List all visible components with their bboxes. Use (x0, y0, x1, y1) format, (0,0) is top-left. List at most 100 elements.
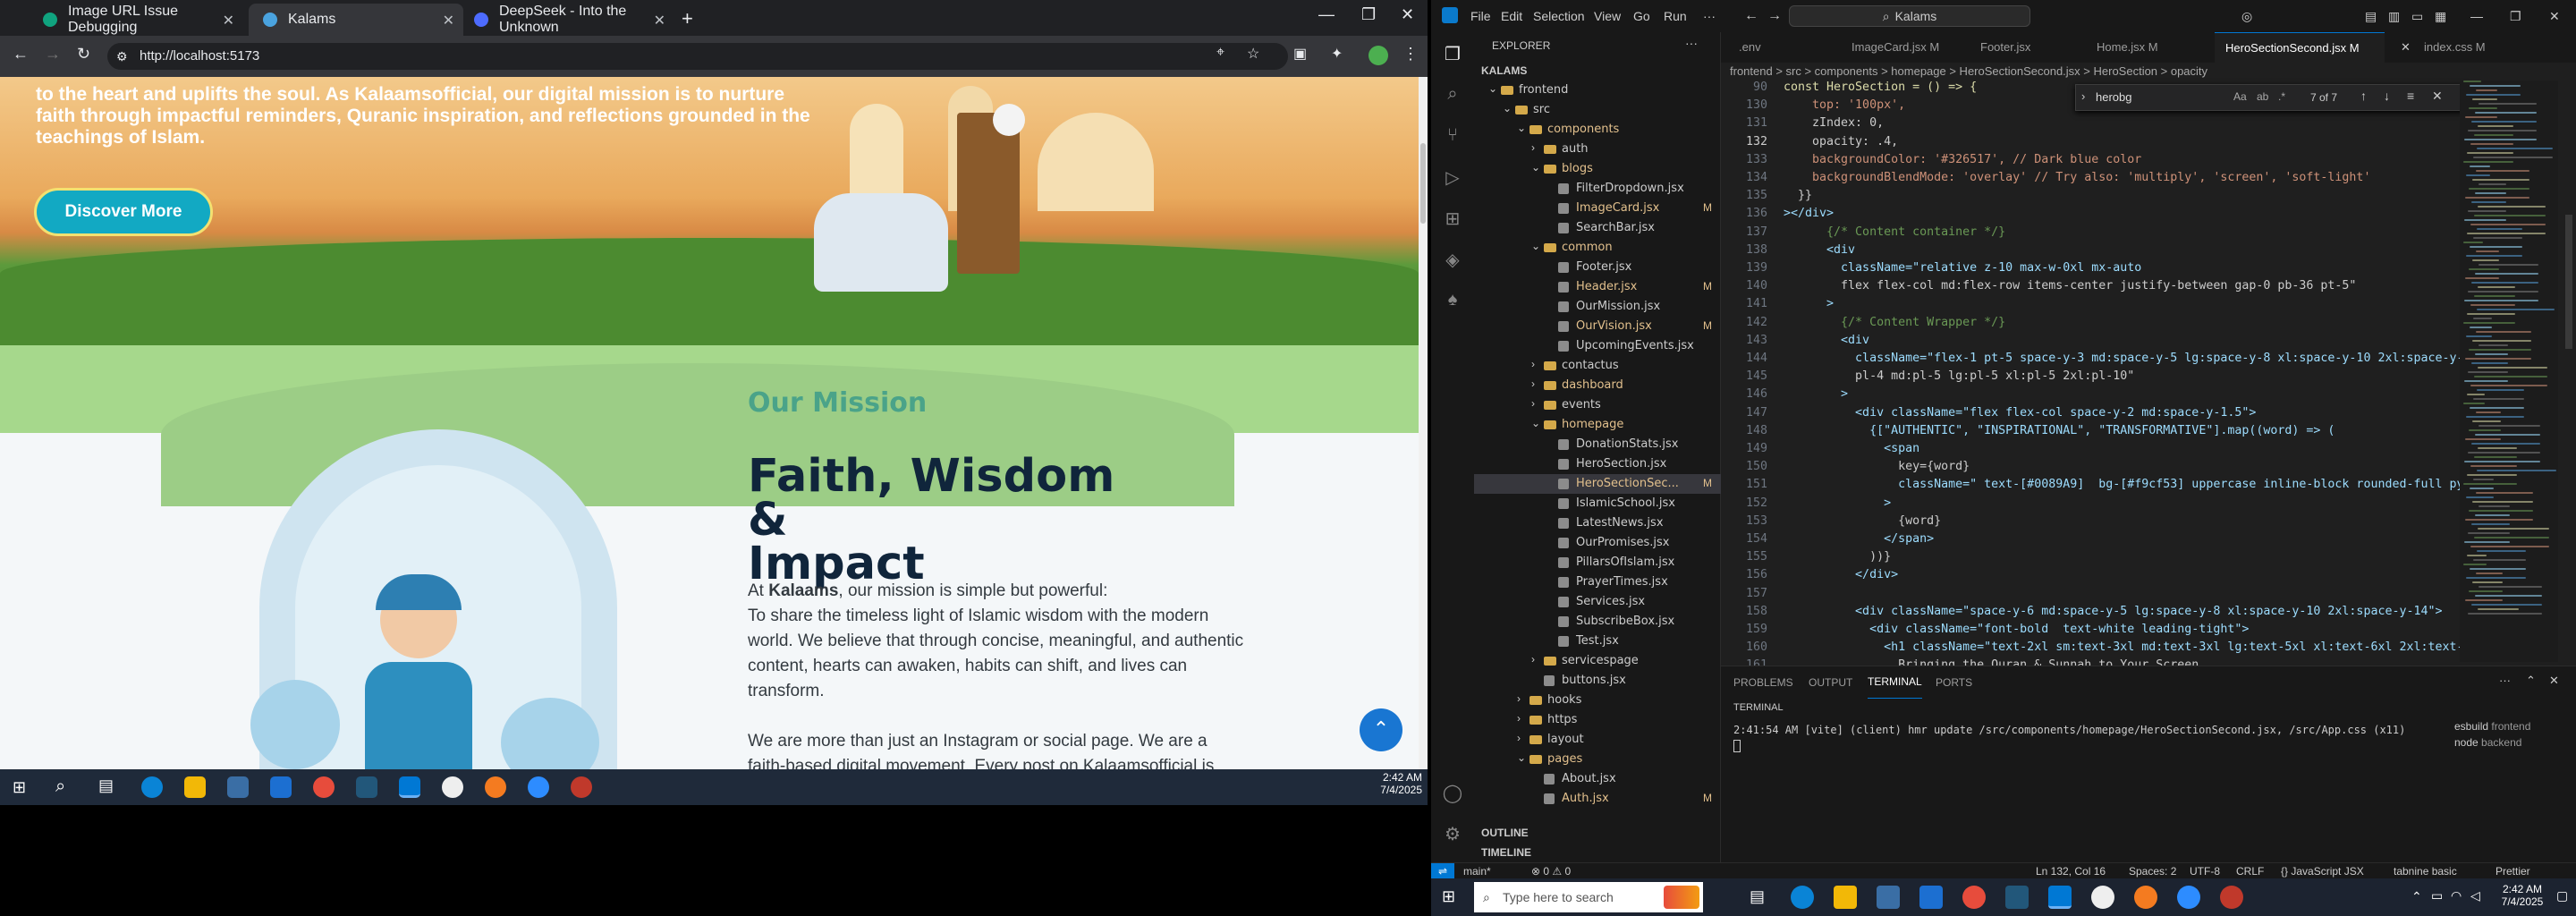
close-icon[interactable]: ✕ (443, 12, 454, 30)
code-line[interactable]: opacity: .4, (1784, 135, 1898, 148)
menu-go[interactable]: Go (1633, 0, 1650, 32)
indentation[interactable]: Spaces: 2 (2129, 863, 2176, 878)
settings-gear-icon[interactable]: ⚙ (1442, 823, 1463, 844)
copilot-icon[interactable]: ◎ (2241, 0, 2252, 32)
code-line[interactable]: </span> (1784, 532, 1934, 546)
terminal-output[interactable]: 2:41:54 AM [vite] (client) hmr update /s… (1733, 724, 2449, 736)
file-explorer-icon[interactable] (184, 776, 206, 798)
store-icon[interactable] (1877, 886, 1900, 909)
tree-item[interactable]: PillarsOfIslam.jsx (1474, 553, 1721, 572)
branch-indicator[interactable]: main* (1463, 863, 1491, 878)
back-icon[interactable]: ← (13, 45, 29, 64)
menu-view[interactable]: View (1594, 0, 1621, 32)
code-line[interactable]: pl-4 md:pl-5 lg:pl-5 xl:pl-5 2xl:pl-10" (1784, 369, 2134, 383)
browser-tab-2[interactable]: Kalams ✕ (249, 4, 463, 36)
code-line[interactable]: className=" text-[#0089A9] bg-[#f9cf53] … (1784, 478, 2521, 491)
tree-item[interactable]: OurPromises.jsx (1474, 533, 1721, 553)
chevron-down-icon[interactable]: ⌄ (1517, 122, 1526, 134)
mail-icon[interactable] (270, 776, 292, 798)
encoding[interactable]: UTF-8 (2190, 863, 2220, 878)
code-line[interactable]: <div className="font-bold text-white lea… (1784, 623, 2249, 636)
tree-item[interactable]: ⌄ blogs (1474, 159, 1721, 179)
chevron-right-icon[interactable]: › (1517, 732, 1521, 744)
tab-footer[interactable]: Footer.jsx (1980, 32, 2070, 63)
code-line[interactable]: {["AUTHENTIC", "INSPIRATIONAL", "TRANSFO… (1784, 424, 2334, 437)
app-icon[interactable] (442, 776, 463, 798)
vpn-icon[interactable] (356, 776, 377, 798)
tray-chevron-icon[interactable]: ⌃ (2411, 889, 2422, 904)
code-editor[interactable]: 90 const HeroSection = () => {130 top: '1… (1721, 81, 2526, 691)
browser-tab-3[interactable]: DeepSeek - Into the Unknown ✕ (460, 4, 674, 36)
postman-icon[interactable] (485, 776, 506, 798)
tree-item[interactable]: ImageCard.jsx M (1474, 199, 1721, 218)
chevron-down-icon[interactable]: ⌄ (1531, 161, 1540, 174)
toggle-sidebar-icon[interactable]: ▥ (2388, 0, 2400, 32)
profile-avatar[interactable] (1368, 46, 1388, 65)
scrollbar-thumb[interactable] (1420, 143, 1426, 224)
code-line[interactable]: flex flex-col md:flex-row items-center j… (1784, 279, 2356, 293)
tree-item[interactable]: OurVision.jsx M (1474, 317, 1721, 336)
tree-item[interactable]: Header.jsx M (1474, 277, 1721, 297)
tree-item[interactable]: HeroSection.jsx (1474, 454, 1721, 474)
remote-indicator-icon[interactable]: ⇌ (1431, 863, 1454, 878)
vscode-icon[interactable] (2048, 886, 2072, 909)
code-line[interactable]: {/* Content Wrapper */} (1784, 316, 2005, 329)
tree-item[interactable]: › dashboard (1474, 376, 1721, 395)
minimize-icon[interactable]: — (1318, 5, 1335, 24)
tree-item[interactable]: LatestNews.jsx (1474, 513, 1721, 533)
code-line[interactable]: <div (1784, 334, 1869, 347)
close-icon[interactable]: ✕ (654, 12, 665, 30)
tree-item[interactable]: Test.jsx (1474, 632, 1721, 651)
tree-item[interactable]: DonationStats.jsx (1474, 435, 1721, 454)
tree-item[interactable]: ⌄ components (1474, 120, 1721, 140)
tree-item[interactable]: › layout (1474, 730, 1721, 750)
chrome-icon[interactable] (313, 776, 335, 798)
search-icon[interactable]: ⌕ (1442, 84, 1463, 106)
code-line[interactable]: </div> (1784, 568, 1898, 581)
code-line[interactable]: const HeroSection = () => { (1784, 81, 1977, 94)
windows-start-icon[interactable]: ⊞ (1442, 887, 1455, 906)
extensions-icon[interactable]: ⊞ (1442, 208, 1463, 229)
location-icon[interactable]: ⌖ (1216, 45, 1224, 61)
prettier-status[interactable]: Prettier (2496, 863, 2530, 878)
tree-item[interactable]: Services.jsx (1474, 592, 1721, 612)
more-actions-icon[interactable]: ··· (1685, 36, 1698, 50)
tree-item[interactable]: › auth (1474, 140, 1721, 159)
tabnine-status[interactable]: tabnine basic (2394, 863, 2457, 878)
code-line[interactable]: {/* Content container */} (1784, 225, 2005, 239)
chevron-down-icon[interactable]: ⌄ (1517, 751, 1526, 764)
url-field[interactable]: ⚙ http://localhost:5173 (107, 43, 1288, 70)
whole-word-icon[interactable]: ab (2257, 90, 2268, 103)
match-case-icon[interactable]: Aa (2233, 90, 2247, 103)
language-mode[interactable]: {} JavaScript JSX (2281, 863, 2364, 878)
tree-item[interactable]: ⌄ frontend (1474, 81, 1721, 100)
discover-more-button[interactable]: Discover More (34, 188, 213, 236)
tab-herosectionsecond[interactable]: HeroSectionSecond.jsx M (2215, 32, 2385, 63)
code-line[interactable]: > (1784, 387, 1848, 401)
vscode-icon[interactable] (399, 776, 420, 798)
tree-item[interactable]: FilterDropdown.jsx (1474, 179, 1721, 199)
tree-item[interactable]: PrayerTimes.jsx (1474, 572, 1721, 592)
extension-icon[interactable]: ▣ (1293, 45, 1307, 63)
browser-tab-1[interactable]: Image URL Issue Debugging ✕ (29, 4, 243, 36)
code-line[interactable]: <span (1784, 442, 1919, 455)
code-line[interactable]: top: '100px', (1784, 98, 1905, 112)
code-line[interactable]: <h1 className="text-2xl sm:text-3xl md:t… (1784, 640, 2499, 654)
network-icon[interactable]: ▭ (2431, 888, 2443, 903)
chrome-icon[interactable] (1962, 886, 1986, 909)
tree-item[interactable]: SearchBar.jsx (1474, 218, 1721, 238)
code-line[interactable]: <div className="flex flex-col space-y-2 … (1784, 406, 2256, 420)
command-center-search[interactable]: ⌕ Kalams (1789, 5, 2030, 27)
tab-env[interactable]: .env (1739, 32, 1819, 63)
toggle-aux-icon[interactable]: ▦ (2435, 0, 2446, 32)
forward-icon[interactable]: → (45, 45, 61, 64)
volume-icon[interactable]: ◁ (2470, 888, 2480, 903)
problems-indicator[interactable]: ⊗ 0 ⚠ 0 (1531, 863, 1571, 878)
code-line[interactable]: className="relative z-10 max-w-0xl mx-au… (1784, 261, 2141, 275)
tab-indexcss[interactable]: index.css M (2424, 32, 2531, 63)
expand-replace-icon[interactable]: › (2081, 89, 2085, 103)
reload-icon[interactable]: ↻ (77, 45, 90, 64)
find-input[interactable]: herobg (2096, 90, 2230, 104)
taskbar-clock[interactable]: 2:42 AM 7/4/2025 (2494, 883, 2551, 908)
line-endings[interactable]: CRLF (2236, 863, 2264, 878)
